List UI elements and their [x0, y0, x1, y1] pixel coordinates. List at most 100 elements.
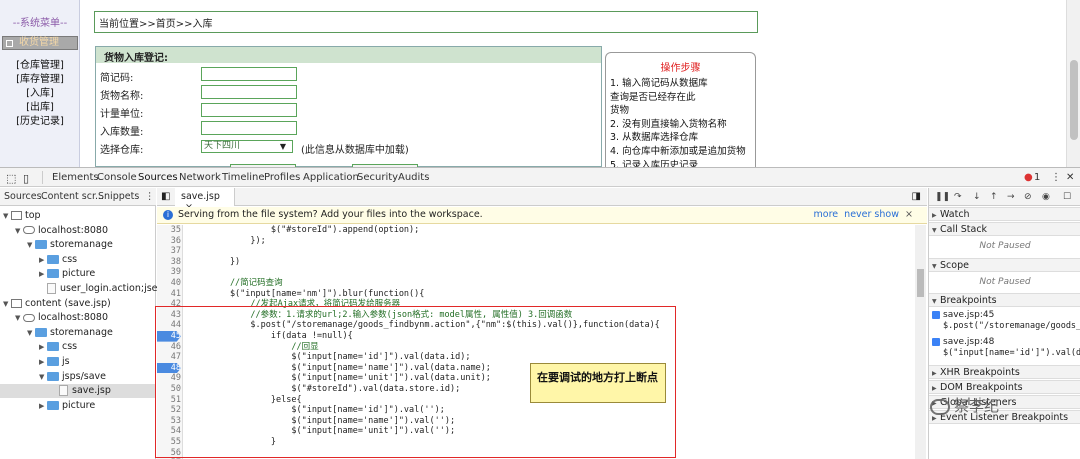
editor-scroll-thumb[interactable]	[917, 269, 924, 297]
code-line[interactable]: $("input[name='nm']").blur(function(){	[189, 289, 424, 300]
menu-item-history[interactable]: [历史记录]	[0, 112, 80, 127]
editor-tab-label: save.jsp	[181, 191, 220, 202]
menu-item-stock[interactable]: [库存管理]	[0, 70, 80, 85]
tab-sources[interactable]: Sources	[138, 172, 178, 183]
menu-item-receiving[interactable]: 收货管理	[2, 36, 78, 50]
tab-sources-nav[interactable]: Sources	[4, 191, 42, 202]
menu-item-inbound[interactable]: [入库]	[0, 84, 80, 99]
goods-name-input[interactable]	[201, 85, 297, 99]
tree-item[interactable]: ▶ js	[0, 355, 156, 369]
tree-item[interactable]: ▼ localhost:8080	[0, 311, 156, 325]
collapsed-triangle-icon[interactable]: ▶	[39, 355, 47, 369]
device-mode-icon[interactable]: ▯	[23, 172, 29, 185]
tab-security[interactable]: Security	[357, 172, 398, 183]
line-number[interactable]: 39	[157, 267, 181, 278]
page-scroll-thumb[interactable]	[1070, 60, 1078, 140]
section-scope[interactable]: ▼ Scope	[929, 258, 1080, 272]
warehouse-select[interactable]: 天下四川 ▼	[201, 140, 293, 153]
tree-item[interactable]: ▼ localhost:8080	[0, 224, 156, 238]
more-menu-icon[interactable]: ⋮	[1051, 172, 1061, 183]
line-number[interactable]: 38	[157, 257, 181, 268]
collapsed-triangle-icon[interactable]: ▶	[39, 267, 47, 281]
expanded-triangle-icon[interactable]: ▼	[27, 238, 35, 252]
editor-tab-save-jsp[interactable]: save.jsp ×	[175, 188, 235, 213]
info-more-link[interactable]: more	[814, 209, 839, 220]
close-icon[interactable]: ✕	[1066, 172, 1074, 183]
tree-item[interactable]: ▼ storemanage	[0, 238, 156, 252]
checkbox-checked-icon[interactable]	[932, 310, 940, 319]
tab-profiles[interactable]: Profiles	[264, 172, 300, 183]
expanded-triangle-icon[interactable]: ▼	[39, 370, 47, 384]
collapsed-triangle-icon[interactable]: ▶	[39, 253, 47, 267]
tree-item[interactable]: ▶ css	[0, 340, 156, 354]
expanded-triangle-icon[interactable]: ▼	[27, 326, 35, 340]
step-out-icon[interactable]: ↑	[990, 192, 998, 202]
form-title: 货物入库登记:	[96, 47, 601, 64]
section-watch[interactable]: ▶ Watch	[929, 207, 1080, 221]
info-never-show-link[interactable]: never show	[844, 209, 899, 220]
async-checkbox[interactable]: ☐	[1063, 192, 1071, 202]
menu-item-warehouse[interactable]: [仓库管理]	[0, 56, 80, 71]
line-number[interactable]: 35	[157, 225, 181, 236]
tree-item[interactable]: ▼ content (save.jsp)	[0, 297, 156, 311]
pause-icon[interactable]: ❚❚	[935, 192, 950, 202]
tab-network[interactable]: Network	[179, 172, 221, 183]
tab-timeline[interactable]: Timeline	[222, 172, 265, 183]
code-line[interactable]: $("#storeId").append(option);	[189, 225, 419, 236]
tab-application[interactable]: Application	[303, 172, 359, 183]
menu-title: --系统菜单--	[12, 18, 68, 29]
tab-snippets[interactable]: Snippets	[98, 191, 139, 202]
expanded-triangle-icon[interactable]: ▼	[3, 209, 11, 223]
annotation-label: 在要调试的地方打上断点	[530, 363, 666, 403]
tab-console[interactable]: Console	[97, 172, 137, 183]
editor-scrollbar[interactable]	[915, 225, 926, 459]
code-line[interactable]: })	[189, 257, 240, 268]
line-number[interactable]: 37	[157, 246, 181, 257]
breakpoint-item[interactable]: save.jsp:45 $.post("/storemanage/goods_f…	[929, 310, 1080, 332]
breakpoint-item[interactable]: save.jsp:48 $("input[name='id']").val(da…	[929, 337, 1080, 359]
close-icon[interactable]: ×	[905, 209, 913, 220]
step-icon[interactable]: →	[1007, 192, 1015, 202]
tree-item[interactable]: ▶ css	[0, 253, 156, 267]
code-line[interactable]: //简记码查询	[189, 278, 283, 289]
section-dom-breakpoints[interactable]: ▶ DOM Breakpoints	[929, 380, 1080, 394]
tree-item[interactable]: ▼ top	[0, 209, 156, 223]
tree-item[interactable]: ▼ jsps/save	[0, 370, 156, 384]
expanded-triangle-icon[interactable]: ▼	[15, 311, 23, 325]
unit-input[interactable]	[201, 103, 297, 117]
tree-item[interactable]: ▼ storemanage	[0, 326, 156, 340]
tree-item[interactable]: user_login.action;jsessionid=	[0, 282, 199, 296]
tab-audits[interactable]: Audits	[398, 172, 429, 183]
code-input[interactable]	[201, 67, 297, 81]
inspect-icon[interactable]: ⬚	[6, 172, 16, 185]
line-number[interactable]: 40	[157, 278, 181, 289]
expanded-triangle-icon[interactable]: ▼	[3, 297, 11, 311]
tree-item[interactable]: save.jsp	[0, 384, 156, 399]
section-breakpoints[interactable]: ▼ Breakpoints	[929, 293, 1080, 307]
quantity-input[interactable]	[201, 121, 297, 135]
section-call-stack[interactable]: ▼ Call Stack	[929, 222, 1080, 236]
tab-content-scripts[interactable]: Content scr...	[41, 191, 104, 202]
checkbox-checked-icon[interactable]	[932, 337, 940, 346]
step-into-icon[interactable]: ↓	[973, 192, 981, 202]
expanded-triangle-icon[interactable]: ▼	[15, 224, 23, 238]
tree-item[interactable]: ▶ picture	[0, 267, 156, 281]
toggle-navigator-icon[interactable]: ◧	[161, 191, 170, 202]
tree-item[interactable]: ▶ picture	[0, 399, 156, 413]
step-over-icon[interactable]: ↷	[954, 192, 962, 202]
line-number[interactable]: 41	[157, 289, 181, 300]
tree-item-label: content (save.jsp)	[25, 297, 111, 309]
more-menu-icon[interactable]: ⋮	[145, 191, 155, 202]
page-scrollbar[interactable]	[1066, 0, 1080, 167]
pause-on-exceptions-icon[interactable]: ◉	[1042, 192, 1050, 202]
line-number[interactable]: 36	[157, 236, 181, 247]
section-xhr-breakpoints[interactable]: ▶ XHR Breakpoints	[929, 365, 1080, 379]
tab-elements[interactable]: Elements	[52, 172, 99, 183]
toggle-debugger-icon[interactable]: ◨	[912, 191, 921, 202]
deactivate-breakpoints-icon[interactable]: ⊘	[1024, 192, 1032, 202]
collapsed-triangle-icon[interactable]: ▶	[39, 340, 47, 354]
code-line[interactable]: });	[189, 236, 265, 247]
error-icon[interactable]: ●	[1024, 172, 1033, 183]
menu-item-outbound[interactable]: [出库]	[0, 98, 80, 113]
collapsed-triangle-icon[interactable]: ▶	[39, 399, 47, 413]
